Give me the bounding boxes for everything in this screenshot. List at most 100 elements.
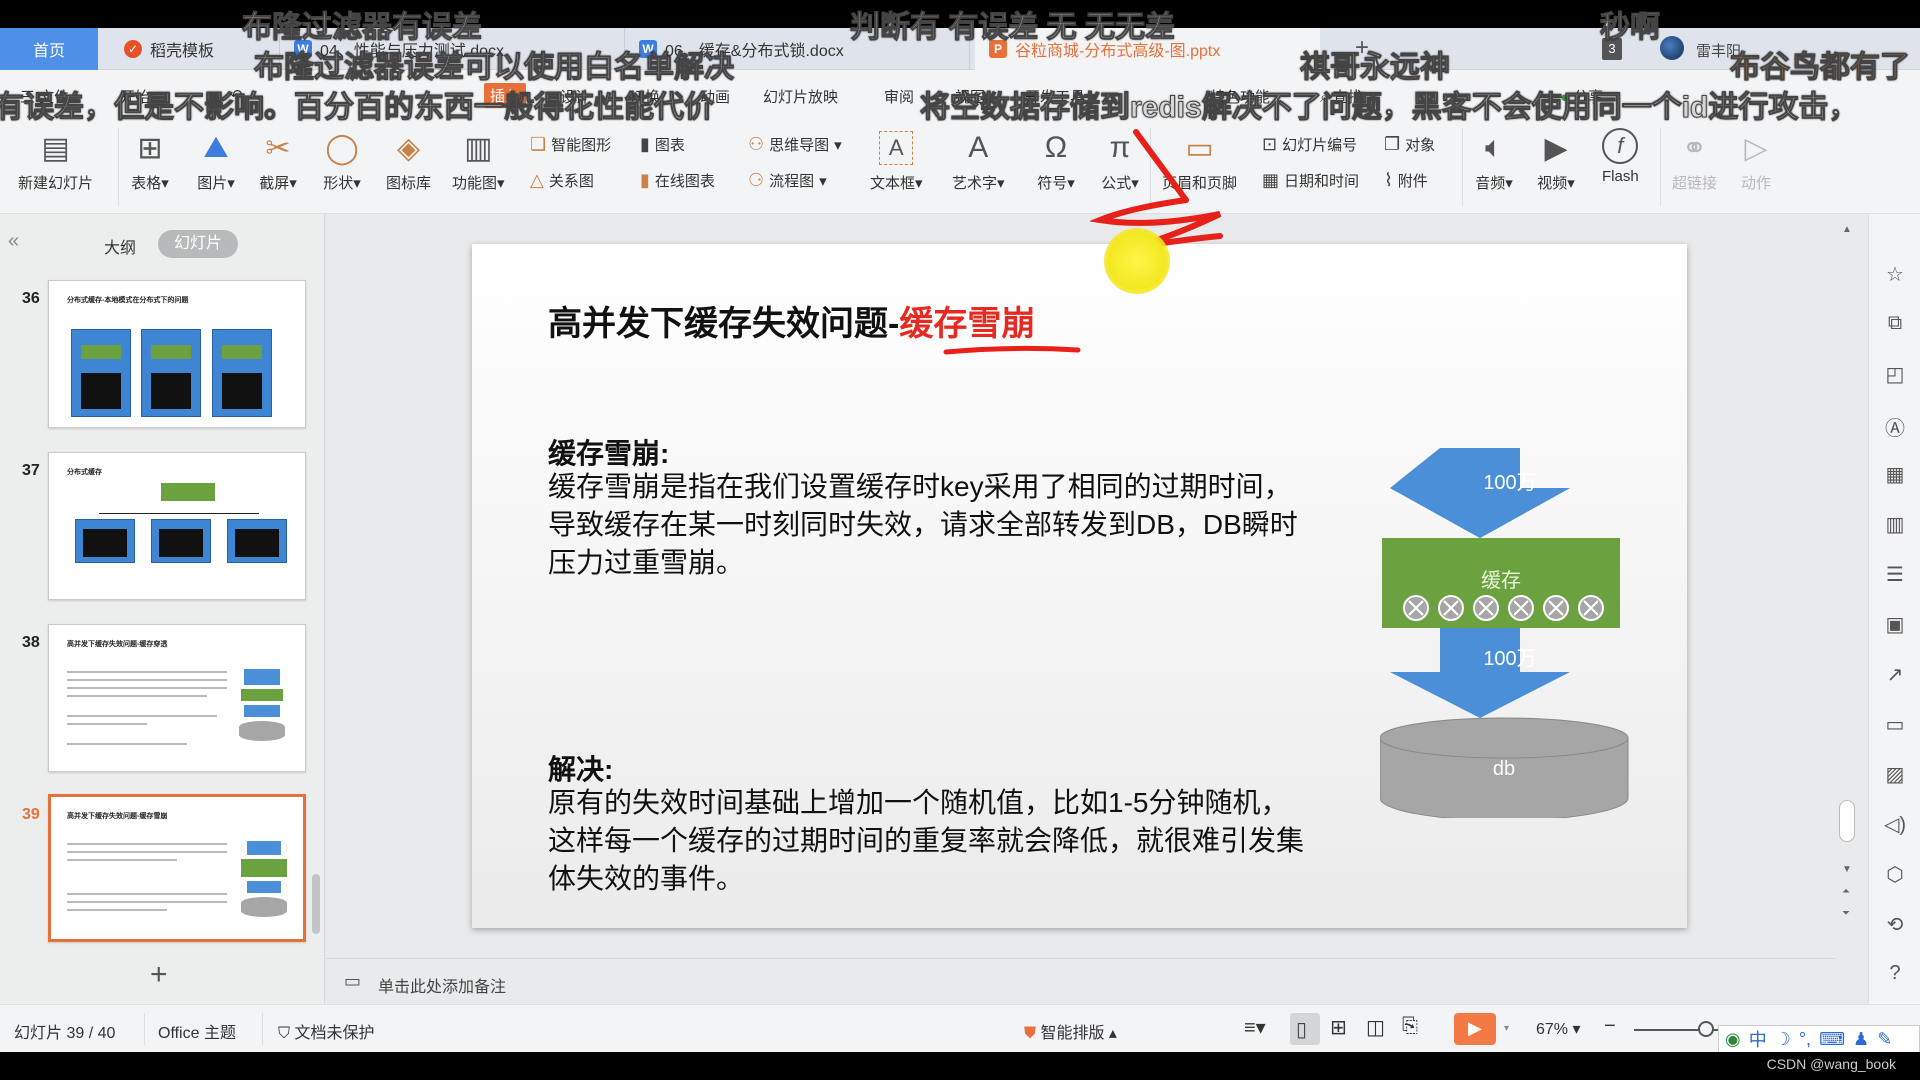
function-chart-button[interactable]: ▥ 功能图▾ — [452, 128, 505, 193]
menu-review[interactable]: 审阅 — [884, 86, 914, 107]
avatar[interactable] — [1660, 36, 1684, 60]
notes-toggle-icon[interactable]: ≡▾ — [1244, 1015, 1266, 1040]
action-button[interactable]: ▷ 动作 — [1736, 128, 1776, 193]
notes-placeholder[interactable]: 单击此处添加备注 — [378, 973, 506, 997]
menu-view[interactable]: 视图 — [955, 86, 985, 107]
hyperlink-button[interactable]: ⚭ 超链接 — [1672, 128, 1717, 193]
table-button[interactable]: ⊞ 表格▾ — [130, 128, 170, 193]
screenshot-button[interactable]: ✂ 截屏▾ — [258, 128, 298, 193]
menu-search[interactable]: ⌕ 查找 — [1320, 86, 1363, 107]
smart-layout-button[interactable]: ⛊ 智能排版 ▴ — [1024, 1019, 1117, 1043]
smart-art-button[interactable]: ❏ 智能图形 — [530, 134, 611, 155]
collapse-panel-button[interactable]: « — [8, 230, 19, 253]
star-effect-icon[interactable]: ☆ — [1883, 262, 1907, 287]
help-icon[interactable]: ? — [1883, 962, 1907, 985]
failed-key-x-icon — [1403, 595, 1429, 621]
slide-vertical-scrollbar[interactable]: ▲ ▼ ⏶ ⏷ — [1836, 214, 1858, 1004]
user-name[interactable]: 雷丰阳 — [1696, 40, 1741, 61]
transition-icon[interactable]: ⧉ — [1883, 312, 1907, 335]
chart-button[interactable]: ▮ 图表 — [640, 134, 685, 155]
archive-box-icon[interactable]: ▭ — [1883, 712, 1907, 737]
slide-sorter-icon[interactable]: ⊞ — [1330, 1015, 1347, 1040]
shape-icon[interactable]: ◰ — [1883, 362, 1907, 387]
new-slide-button[interactable]: ▤ 新建幻灯片 — [18, 128, 93, 193]
thumbnail-number: 36 — [22, 290, 40, 307]
thumbnail-scrollbar[interactable] — [312, 874, 320, 934]
menu-transition[interactable]: 切换 — [630, 86, 660, 107]
tab-outline[interactable]: 大纲 — [104, 234, 136, 258]
next-slide-button[interactable]: ⏷ — [1842, 908, 1850, 919]
moon-icon: ☽ — [1774, 1028, 1791, 1049]
zoom-slider-handle[interactable] — [1698, 1021, 1714, 1037]
thumbnail-number: 37 — [22, 462, 40, 479]
menu-undo[interactable]: ↶ — [230, 86, 243, 104]
slideshow-dropdown[interactable]: ▾ — [1504, 1023, 1509, 1034]
zoom-out-button[interactable]: − — [1604, 1015, 1616, 1038]
tab-doc-perf[interactable]: W 04、性能与压力测试.docx — [280, 28, 625, 70]
normal-view-button[interactable]: ▯ — [1290, 1013, 1320, 1045]
chart-icon[interactable]: ▥ — [1883, 512, 1907, 537]
picture-gallery-icon[interactable]: ▣ — [1883, 612, 1907, 637]
object-button[interactable]: ❐ 对象 — [1384, 134, 1435, 155]
add-slide-button[interactable]: + — [150, 958, 168, 992]
slide-thumbnail-38[interactable]: 高并发下缓存失效问题-缓存穿透 — [48, 624, 306, 772]
audio-button[interactable]: 🔈︎ 音频▾ — [1474, 128, 1514, 193]
scroll-thumb[interactable] — [1839, 800, 1855, 842]
slide-thumbnail-37[interactable]: 分布式缓存 — [48, 452, 306, 600]
zoom-level[interactable]: 67% ▾ — [1536, 1019, 1581, 1039]
menu-bar: 三 文件 开始 ↶ 插入 设计 切换 动画 幻灯片放映 审阅 视图 开发工具 特… — [0, 70, 1920, 120]
flash-button[interactable]: f Flash — [1602, 128, 1639, 185]
shape-button[interactable]: ◯ 形状▾ — [322, 128, 362, 193]
presenter-view-icon[interactable]: ⎘ — [1402, 1015, 1418, 1038]
menu-insert[interactable]: 插入 — [484, 83, 527, 108]
shield-check-icon[interactable]: ⬡ — [1883, 862, 1907, 887]
textbox-button[interactable]: A 文本框▾ — [870, 128, 923, 193]
slide-thumbnail-36[interactable]: 分布式缓存-本地模式在分布式下的问题 — [48, 280, 306, 428]
play-slideshow-button[interactable]: ▶ — [1454, 1013, 1496, 1045]
adjust-sliders-icon[interactable]: ☰ — [1883, 562, 1907, 587]
menu-devtools[interactable]: 开发工具 — [1025, 86, 1085, 107]
share-export-icon[interactable]: ↗ — [1883, 662, 1907, 687]
scroll-down-button[interactable]: ▼ — [1842, 864, 1852, 875]
wordart-button[interactable]: A 艺术字▾ — [952, 128, 1005, 193]
new-tab-button[interactable]: + — [1355, 34, 1369, 62]
picture-button[interactable]: ⛰ 图片▾ — [196, 128, 236, 193]
menu-animation[interactable]: 动画 — [700, 86, 730, 107]
tab-docer[interactable]: ✓ 稻壳模板 — [110, 28, 280, 70]
video-button[interactable]: ▶ 视频▾ — [1536, 128, 1576, 193]
theme-name[interactable]: Office 主题 — [158, 1019, 236, 1043]
tab-slides[interactable]: 幻灯片 — [158, 230, 238, 258]
ribbon-insert: ▤ 新建幻灯片 ⊞ 表格▾ ⛰ 图片▾ ✂ 截屏▾ ◯ 形状▾ ◈ 图标库 ▥ … — [0, 120, 1920, 214]
layout-grid-icon[interactable]: ▦ — [1883, 462, 1907, 487]
history-icon[interactable]: ⟲ — [1883, 912, 1907, 937]
online-chart-button[interactable]: ▮ 在线图表 — [640, 170, 715, 191]
menu-slideshow[interactable]: 幻灯片放映 — [763, 86, 838, 107]
prev-slide-button[interactable]: ⏶ — [1842, 886, 1850, 897]
menu-file[interactable]: 三 文件 — [20, 86, 69, 107]
menu-share[interactable]: ● 分享 — [1560, 86, 1603, 107]
icon-library-button[interactable]: ◈ 图标库 — [386, 128, 431, 193]
symbol-button[interactable]: Ω 符号▾ — [1036, 128, 1076, 193]
menu-design[interactable]: 设计 — [560, 86, 590, 107]
menu-features[interactable]: 特色功能 — [1210, 86, 1270, 107]
slide-canvas[interactable]: 高并发下缓存失效问题-缓存雪崩 缓存雪崩: 缓存雪崩是指在我们设置缓存时key采… — [472, 244, 1687, 928]
flowchart-button[interactable]: ⚆ 流程图 ▾ — [748, 170, 827, 191]
slide-thumbnail-39[interactable]: 高并发下缓存失效问题-缓存雪崩 — [48, 794, 306, 942]
menu-home[interactable]: 开始 — [120, 86, 150, 107]
text-style-icon[interactable]: Ⓐ — [1883, 412, 1907, 441]
reading-view-icon[interactable]: ◫ — [1366, 1015, 1385, 1040]
notes-area[interactable]: ▭ 单击此处添加备注 — [326, 958, 1836, 1004]
relation-chart-button[interactable]: △ 关系图 — [530, 170, 594, 191]
tab-home[interactable]: 首页 — [0, 28, 98, 70]
tab-pptx[interactable]: P 谷粒商城-分布式高级-图.pptx — [975, 28, 1320, 70]
ime-toolbar[interactable]: ◉ 中 ☽ °, ⌨ ♟ ✎ — [1718, 1025, 1920, 1053]
document-protection[interactable]: ⛉ 文档未保护 — [278, 1019, 374, 1043]
tab-doc-cache[interactable]: W 06、缓存&分布式锁.docx — [625, 28, 970, 70]
image-icon[interactable]: ▨ — [1883, 762, 1907, 787]
scissors-icon: ✂ — [265, 131, 291, 165]
speaker-icon[interactable]: ◁) — [1883, 812, 1907, 837]
notification-badge[interactable]: 3 — [1602, 38, 1622, 60]
mind-map-button[interactable]: ⚇ 思维导图 ▾ — [748, 134, 842, 155]
attachment-button[interactable]: ⌇ 附件 — [1384, 170, 1428, 191]
new-slide-icon: ▤ — [41, 131, 70, 165]
